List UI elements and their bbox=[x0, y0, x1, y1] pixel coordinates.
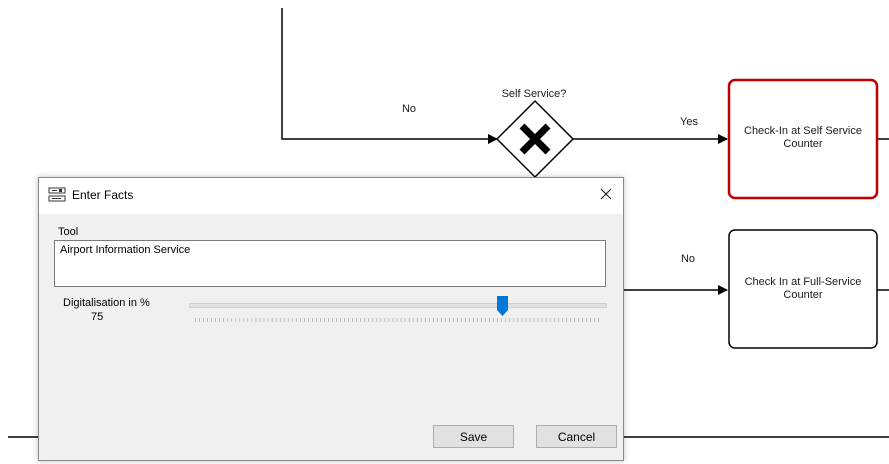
cancel-button[interactable]: Cancel bbox=[536, 425, 617, 448]
sequence-flow-no-top[interactable] bbox=[281, 8, 498, 144]
digitalisation-label: Digitalisation in % bbox=[63, 297, 150, 309]
digitalisation-slider[interactable] bbox=[189, 294, 607, 326]
close-icon bbox=[600, 188, 612, 200]
tool-input[interactable]: Airport Information Service bbox=[54, 240, 606, 287]
tool-label: Tool bbox=[58, 226, 79, 238]
dialog-titlebar[interactable]: Enter Facts bbox=[39, 178, 623, 214]
flow-label-no-bottom: No bbox=[681, 253, 695, 265]
facts-icon bbox=[48, 187, 66, 202]
task-self-service-label: Check-In at Self Service Counter bbox=[744, 125, 862, 150]
close-button[interactable] bbox=[589, 178, 623, 210]
task-full-service-label: Check In at Full-Service Counter bbox=[744, 276, 862, 301]
dialog-title: Enter Facts bbox=[72, 188, 134, 202]
slider-ticks bbox=[195, 318, 599, 322]
slider-thumb[interactable] bbox=[496, 296, 508, 316]
slider-track[interactable] bbox=[189, 303, 607, 308]
save-button[interactable]: Save bbox=[433, 425, 514, 448]
digitalisation-value: 75 bbox=[91, 311, 104, 323]
enter-facts-dialog: Enter Facts Tool Airport Information Ser… bbox=[38, 177, 624, 461]
flow-label-yes: Yes bbox=[680, 116, 698, 128]
flow-label-no-top: No bbox=[402, 103, 416, 115]
exclusive-gateway[interactable] bbox=[495, 99, 575, 179]
gateway-label: Self Service? bbox=[502, 88, 567, 100]
